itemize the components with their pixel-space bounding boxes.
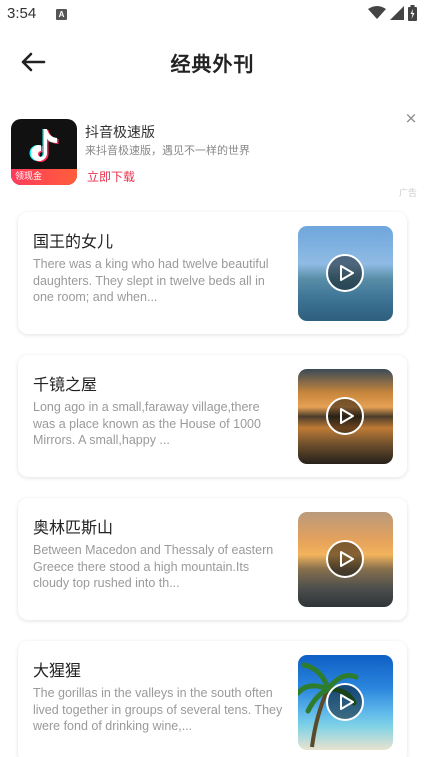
ad-description: 来抖音极速版，遇见不一样的世界 (85, 144, 250, 157)
article-title: 千镜之屋 (33, 375, 98, 394)
ad-banner[interactable]: 领现金 抖音极速版 来抖音极速版，遇见不一样的世界 立即下载 × 广告 (0, 110, 425, 200)
article-excerpt: There was a king who had twelve beautifu… (33, 257, 269, 304)
status-time: 3:54 (7, 5, 37, 22)
ad-icon-strip: 领现金 (11, 169, 77, 185)
battery-icon (408, 5, 417, 21)
wifi-icon (368, 6, 386, 19)
play-button[interactable] (326, 683, 364, 721)
article-card[interactable]: 奥林匹斯山 Between Macedon and Thessaly of ea… (18, 498, 407, 620)
ad-download-button[interactable]: 立即下载 (87, 168, 135, 185)
status-icons (368, 5, 417, 21)
article-title: 国王的女儿 (33, 232, 114, 251)
ad-label: 广告 (398, 189, 417, 199)
article-title: 大猩猩 (33, 661, 82, 680)
play-button[interactable] (326, 254, 364, 292)
page-title: 经典外刊 (170, 52, 255, 76)
article-thumbnail (298, 655, 393, 750)
article-excerpt: Long ago in a small,faraway village,ther… (33, 400, 261, 447)
article-card[interactable]: 千镜之屋 Long ago in a small,faraway village… (18, 355, 407, 477)
article-thumbnail (298, 512, 393, 607)
article-thumbnail (298, 369, 393, 464)
header: 经典外刊 (0, 38, 425, 86)
ad-app-icon[interactable]: 领现金 (11, 119, 77, 185)
article-thumbnail (298, 226, 393, 321)
article-title: 奥林匹斯山 (33, 518, 114, 537)
status-bar: 3:54 A (0, 0, 425, 30)
play-button[interactable] (326, 397, 364, 435)
play-icon (340, 408, 354, 424)
article-card[interactable]: 国王的女儿 There was a king who had twelve be… (18, 212, 407, 334)
play-icon (340, 551, 354, 567)
article-excerpt: Between Macedon and Thessaly of eastern … (33, 543, 274, 590)
play-button[interactable] (326, 540, 364, 578)
notification-icon: A (56, 9, 67, 20)
article-card[interactable]: 大猩猩 The gorillas in the valleys in the s… (18, 641, 407, 757)
music-note-icon (29, 129, 59, 163)
close-icon[interactable]: × (404, 111, 418, 126)
article-excerpt: The gorillas in the valleys in the south… (33, 686, 283, 733)
signal-icon (390, 6, 404, 20)
play-icon (340, 694, 354, 710)
play-icon (340, 265, 354, 281)
ad-app-name: 抖音极速版 (85, 125, 155, 141)
